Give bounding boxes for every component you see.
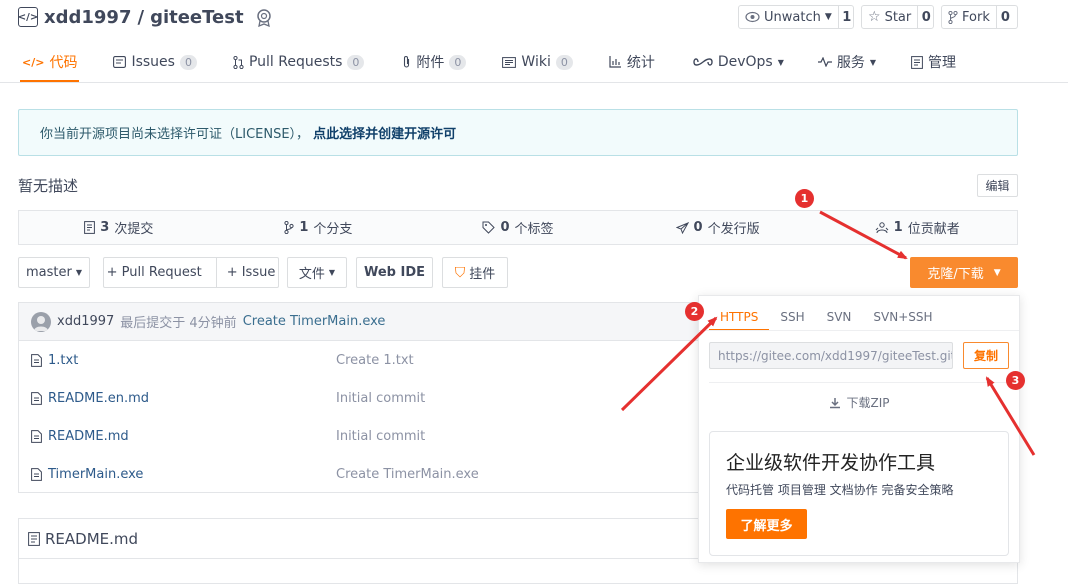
annotation-badge-1: 1 (795, 189, 814, 208)
annotation-badge-2: 2 (685, 302, 704, 321)
annotation-arrow-1 (819, 210, 908, 260)
annotation-arrow-2 (620, 316, 718, 412)
annotation-badge-3: 3 (1006, 371, 1025, 390)
annotation-arrows (620, 210, 1036, 456)
annotation-arrow-3 (985, 376, 1036, 456)
